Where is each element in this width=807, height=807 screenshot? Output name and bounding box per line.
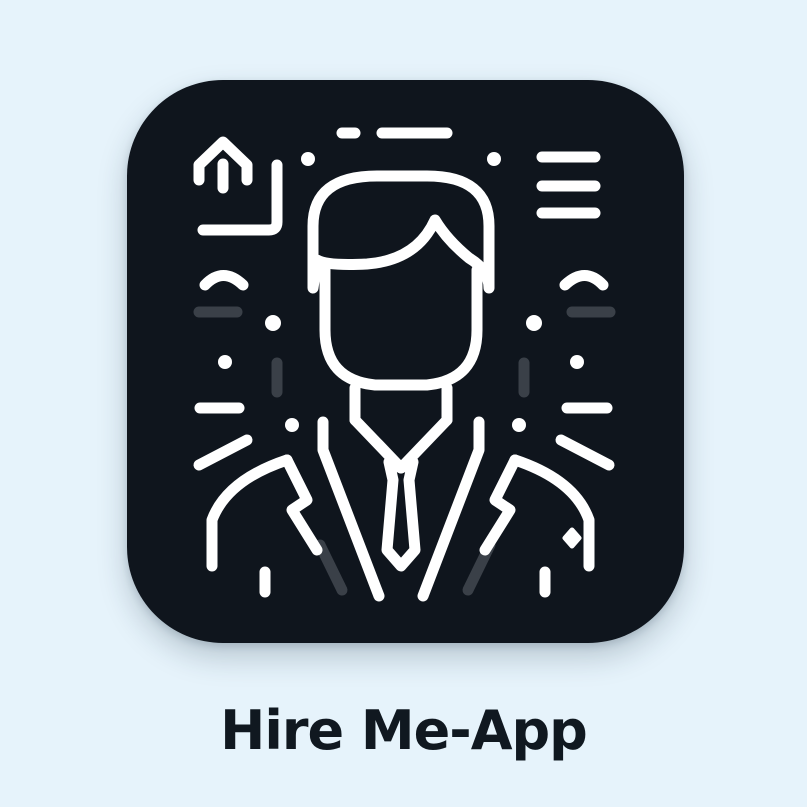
menu-icon (536, 151, 601, 219)
app-icon-artwork (193, 127, 616, 602)
signal-arcs (199, 270, 609, 291)
app-name: Hire Me-App (220, 699, 588, 762)
person-in-suit-icon (206, 170, 595, 602)
app-icon[interactable] (127, 80, 684, 643)
home-icon (193, 136, 283, 236)
muted-dashes (193, 306, 616, 596)
